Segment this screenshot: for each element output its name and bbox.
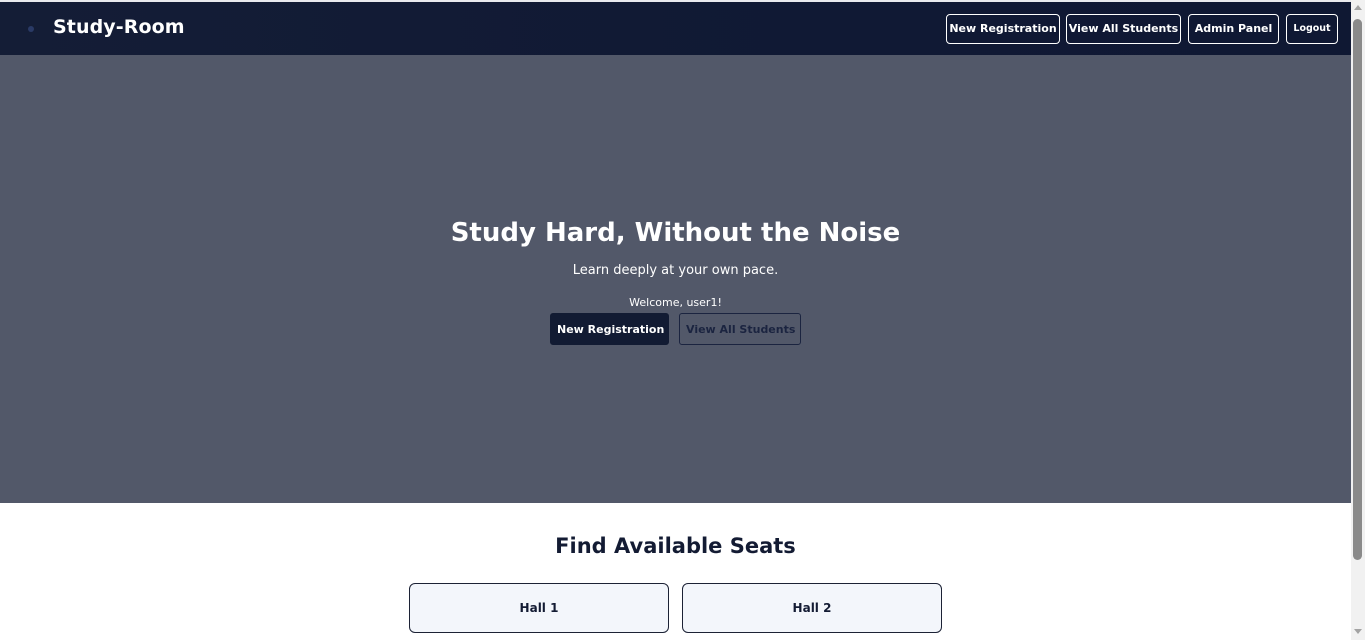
hall-card-2[interactable]: Hall 2 bbox=[682, 583, 942, 633]
find-seats-title: Find Available Seats bbox=[555, 534, 796, 558]
hero-new-registration-button[interactable]: New Registration bbox=[550, 313, 669, 345]
hero-view-all-students-button[interactable]: View All Students bbox=[679, 313, 801, 345]
hero-title: Study Hard, Without the Noise bbox=[450, 218, 901, 248]
hero-subtitle: Learn deeply at your own pace. bbox=[572, 263, 779, 278]
hall-card-1[interactable]: Hall 1 bbox=[409, 583, 669, 633]
navbar: Study-Room New Registration View All Stu… bbox=[0, 2, 1351, 55]
scrollbar-thumb[interactable] bbox=[1353, 19, 1362, 560]
page: Study-Room New Registration View All Stu… bbox=[0, 0, 1365, 640]
vertical-scrollbar[interactable] bbox=[1351, 0, 1365, 640]
nav-view-all-students-button[interactable]: View All Students bbox=[1066, 14, 1181, 44]
scroll-down-arrow-icon[interactable] bbox=[1354, 629, 1362, 634]
nav-logout-button[interactable]: Logout bbox=[1286, 14, 1338, 44]
logo-icon bbox=[28, 26, 34, 32]
nav-new-registration-button[interactable]: New Registration bbox=[946, 14, 1060, 44]
welcome-message: Welcome, user1! bbox=[629, 296, 722, 309]
scroll-up-arrow-icon[interactable] bbox=[1354, 5, 1362, 10]
nav-admin-panel-button[interactable]: Admin Panel bbox=[1188, 14, 1279, 44]
brand-title[interactable]: Study-Room bbox=[53, 14, 185, 40]
hero-section: Study Hard, Without the Noise Learn deep… bbox=[0, 55, 1351, 503]
